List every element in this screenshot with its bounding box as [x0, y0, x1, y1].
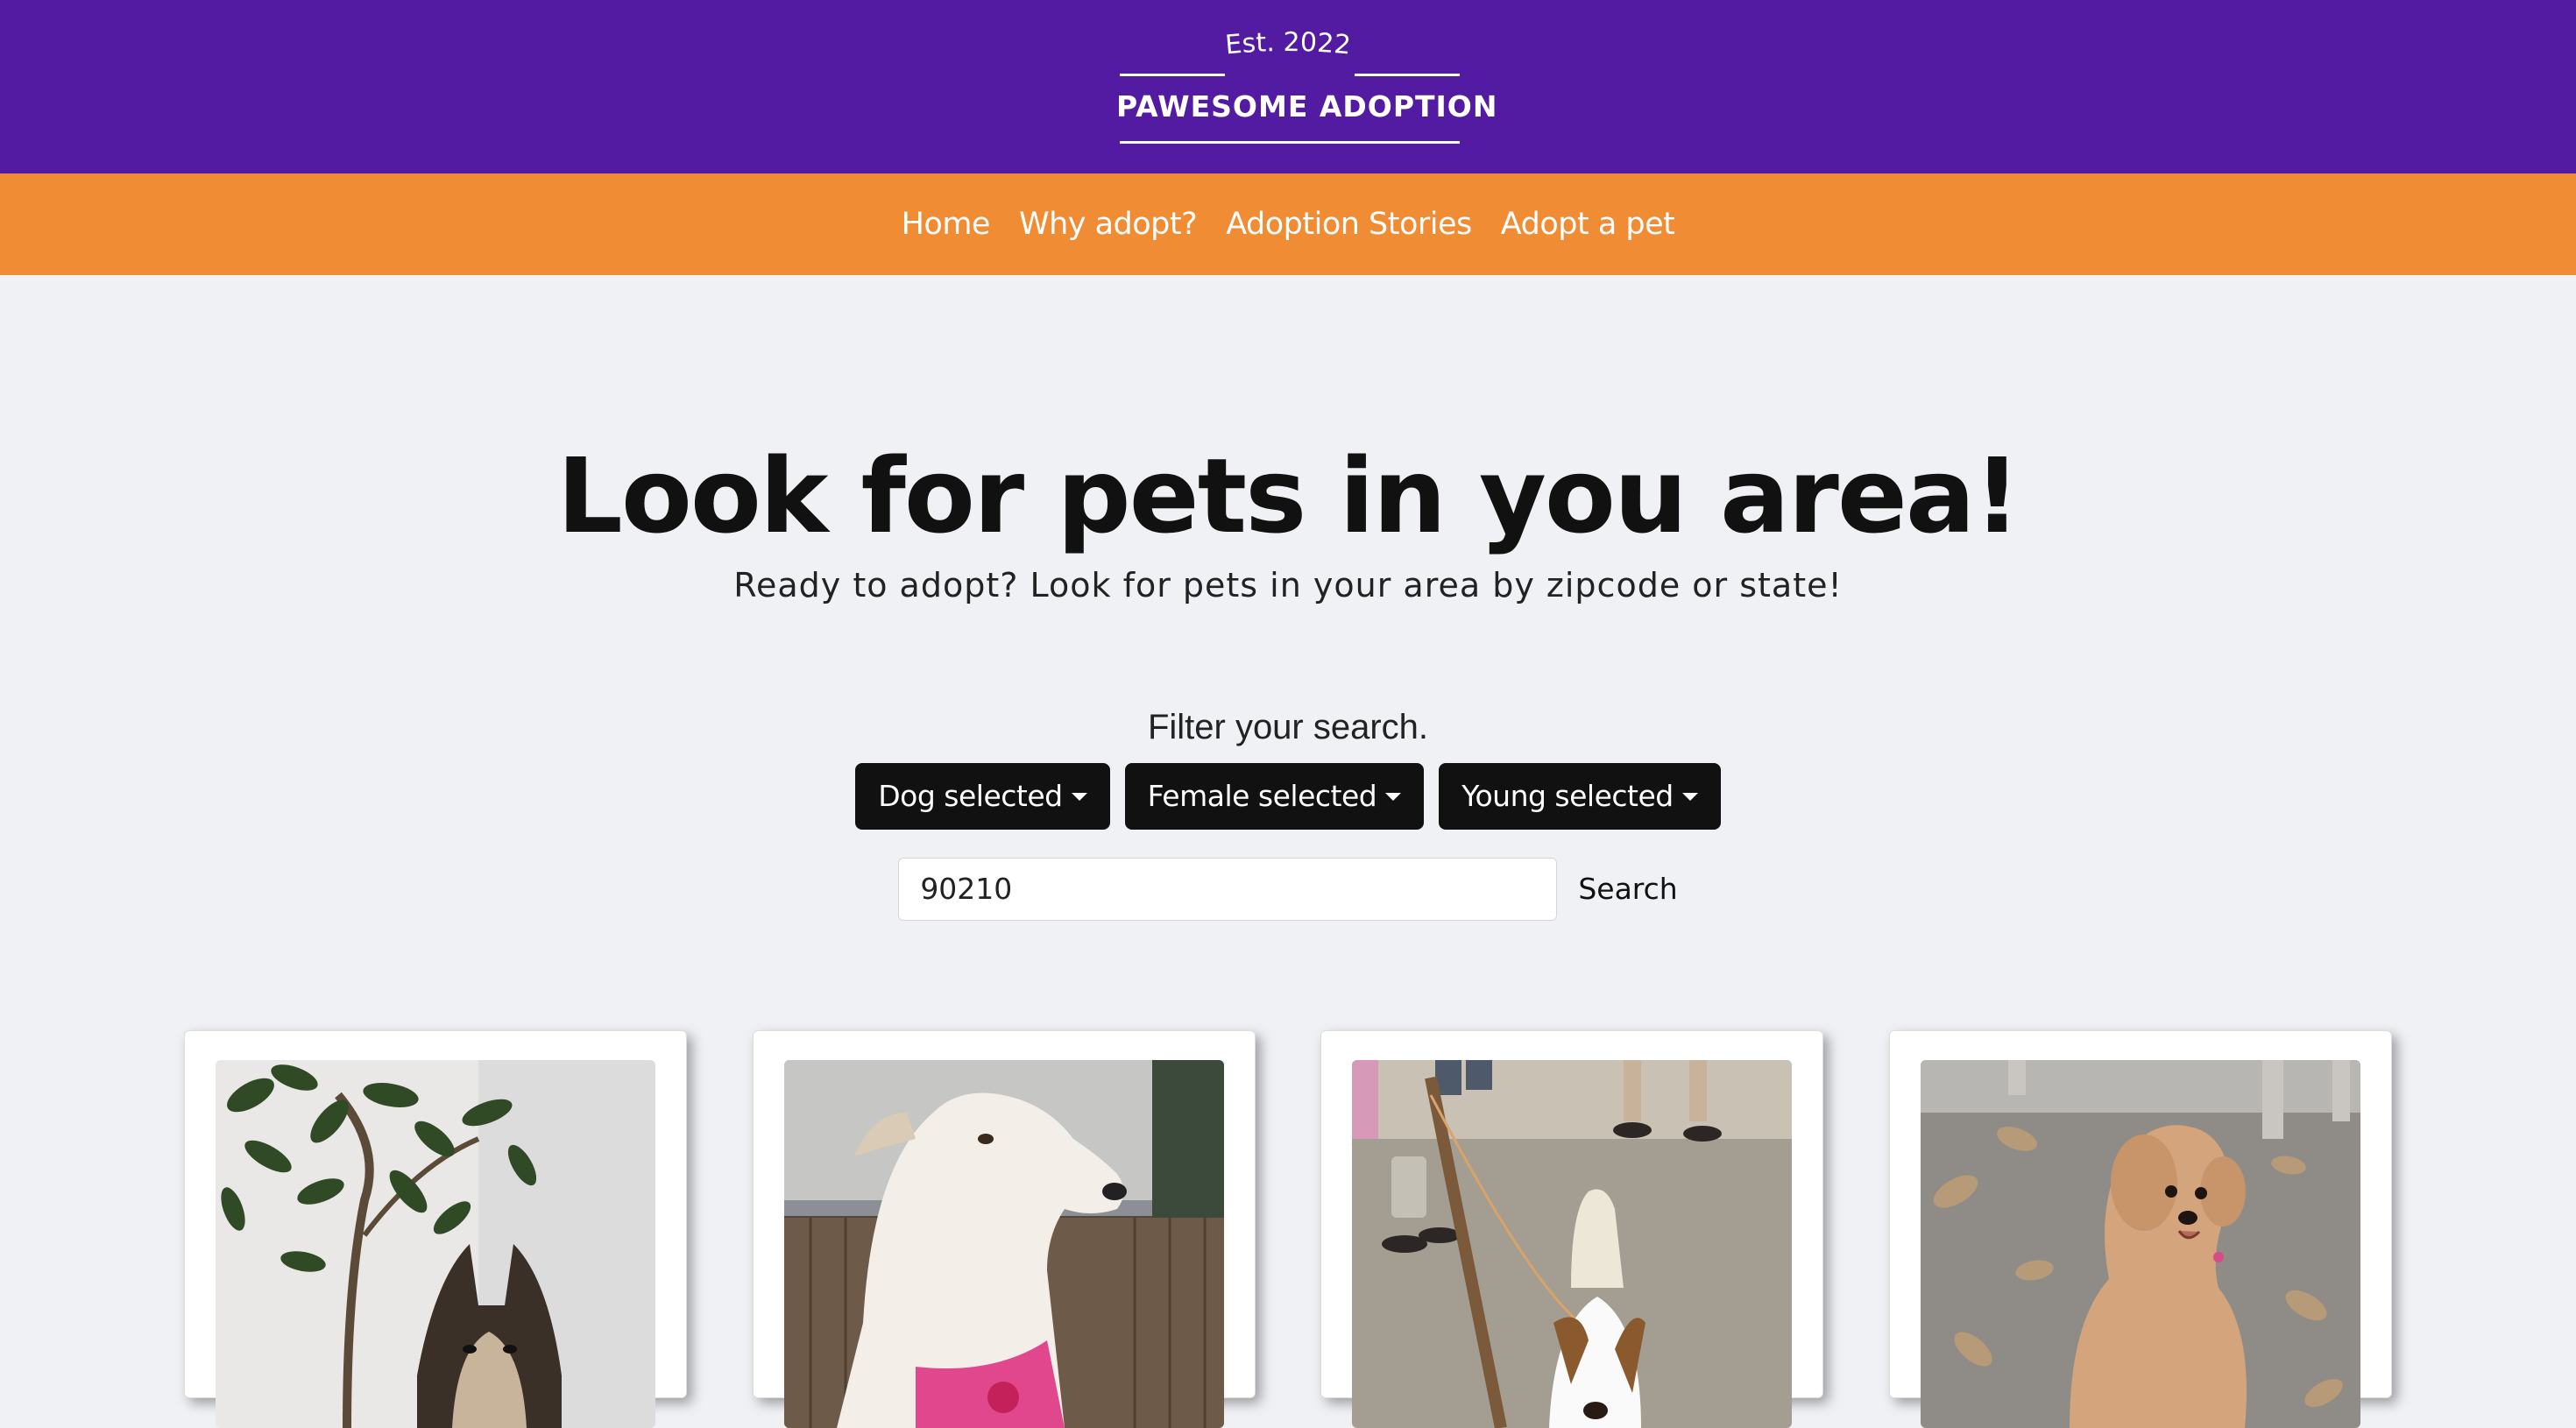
hero: Look for pets in you area! Ready to adop…	[0, 275, 2576, 604]
nav-home[interactable]: Home	[902, 207, 991, 242]
species-dropdown-label: Dog selected	[878, 779, 1063, 814]
hound-puppy-on-leash-photo	[1352, 1060, 1793, 1428]
caret-down-icon	[1385, 793, 1402, 802]
pet-photo[interactable]	[1920, 1060, 2360, 1428]
brand-logo[interactable]: Est. 2022 PAWESOME ADOPTION	[1116, 26, 1498, 149]
svg-text:Est. 2022: Est. 2022	[1224, 27, 1352, 61]
search-button[interactable]: Search	[1578, 872, 1677, 906]
brand-rule-bottom	[1120, 141, 1460, 144]
brand-header: Est. 2022 PAWESOME ADOPTION	[0, 0, 2576, 173]
filter-dropdowns: Dog selected Female selected Young selec…	[0, 762, 2576, 830]
page-subtitle: Ready to adopt? Look for pets in your ar…	[733, 565, 1843, 604]
age-dropdown[interactable]: Young selected	[1439, 762, 1721, 830]
established-text: Est. 2022	[1224, 27, 1352, 61]
white-dog-with-pink-harness-photo	[783, 1060, 1224, 1428]
species-dropdown[interactable]: Dog selected	[855, 762, 1110, 830]
pet-photo[interactable]	[216, 1060, 655, 1428]
pet-photo[interactable]	[783, 1060, 1224, 1428]
filter-section: Filter your search. Dog selected Female …	[0, 708, 2576, 921]
established-arc: Est. 2022	[1224, 27, 1352, 61]
search-row: Search	[0, 857, 2576, 921]
pet-photo[interactable]	[1352, 1060, 1793, 1428]
pet-card[interactable]	[1888, 1030, 2392, 1428]
pet-cards	[184, 1030, 2392, 1428]
page-title: Look for pets in you area!	[556, 435, 2021, 556]
nav-why-adopt[interactable]: Why adopt?	[1019, 207, 1198, 242]
pet-card[interactable]	[184, 1030, 687, 1428]
brand-rule-left	[1120, 74, 1225, 76]
main-nav: Home Why adopt? Adoption Stories Adopt a…	[0, 173, 2576, 275]
gender-dropdown-label: Female selected	[1147, 779, 1377, 814]
husky-puppy-with-plant-photo	[216, 1060, 655, 1428]
nav-adoption-stories[interactable]: Adoption Stories	[1226, 207, 1472, 242]
nav-adopt-a-pet[interactable]: Adopt a pet	[1501, 207, 1675, 242]
brand-name: PAWESOME ADOPTION	[1116, 89, 1498, 124]
gender-dropdown[interactable]: Female selected	[1124, 762, 1425, 830]
caret-down-icon	[1681, 793, 1698, 802]
filter-title: Filter your search.	[1147, 707, 1429, 746]
age-dropdown-label: Young selected	[1461, 779, 1674, 814]
pet-card[interactable]	[1320, 1030, 1824, 1428]
caret-down-icon	[1071, 793, 1087, 802]
zipcode-input[interactable]	[898, 857, 1558, 921]
golden-doodle-on-gravel-photo	[1920, 1060, 2360, 1428]
pet-card[interactable]	[752, 1030, 1256, 1428]
brand-rule-right	[1355, 74, 1460, 76]
